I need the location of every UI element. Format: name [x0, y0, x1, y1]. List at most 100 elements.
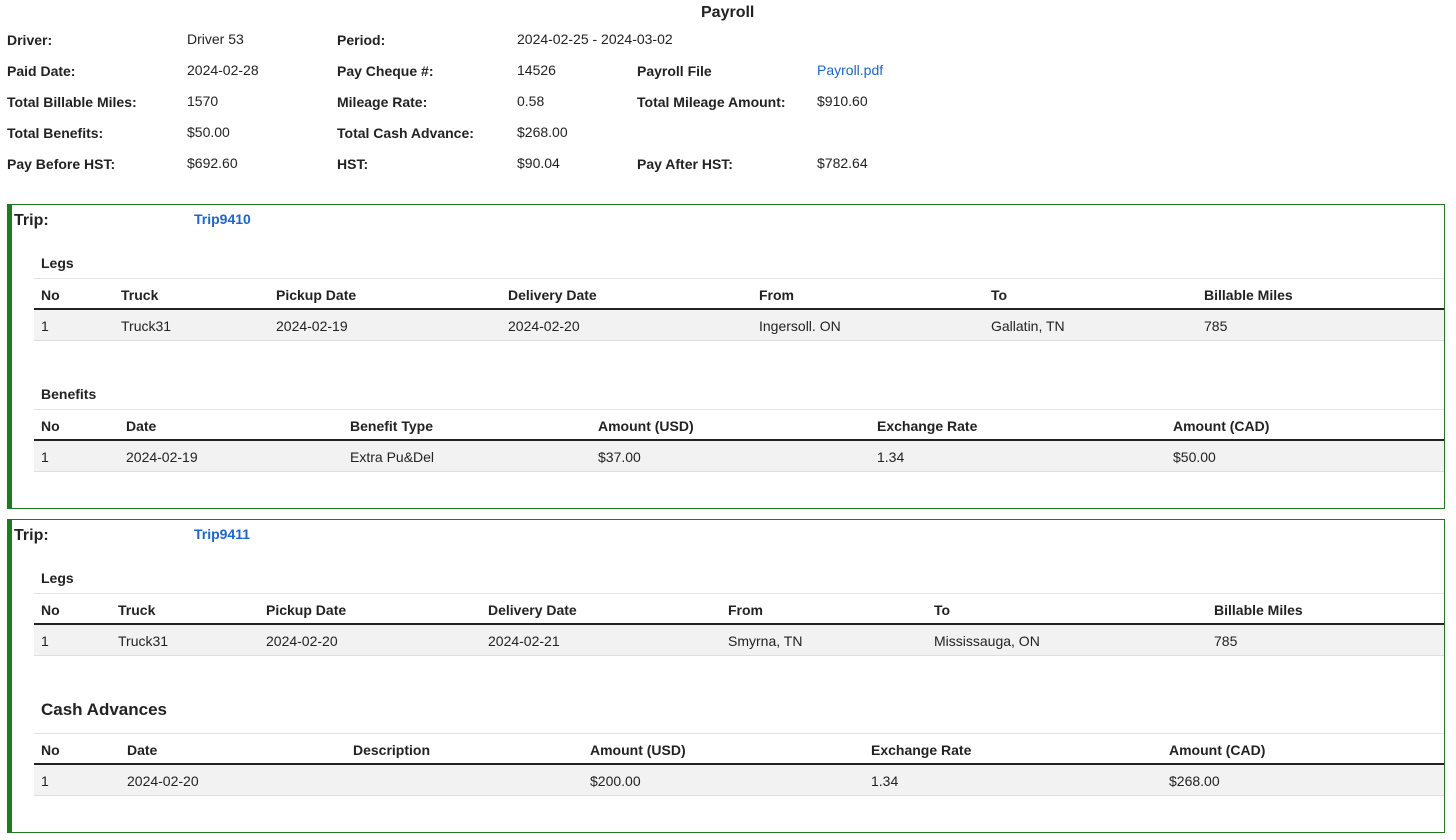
legs-table: No Truck Pickup Date Delivery Date From …: [34, 278, 1444, 341]
header-amount-cad: Amount (CAD): [1169, 742, 1266, 758]
period-value: 2024-02-25 - 2024-03-02: [517, 31, 673, 47]
header-benefit-type: Benefit Type: [350, 418, 433, 434]
pay-cheque-label: Pay Cheque #:: [337, 63, 434, 79]
trip-link[interactable]: Trip9410: [194, 211, 251, 227]
table-header: No Truck Pickup Date Delivery Date From …: [34, 278, 1444, 310]
cell-no: 1: [41, 449, 49, 465]
header-from: From: [728, 602, 763, 618]
benefits-value: $50.00: [187, 124, 230, 140]
pay-cheque-value: 14526: [517, 62, 556, 78]
header-truck: Truck: [118, 602, 156, 618]
mileage-rate-label: Mileage Rate:: [337, 94, 428, 110]
table-row: 1 Truck31 2024-02-20 2024-02-21 Smyrna, …: [34, 625, 1444, 656]
cell-truck: Truck31: [121, 318, 172, 334]
header-to: To: [991, 287, 1008, 303]
benefits-label: Total Benefits:: [7, 125, 104, 141]
header-no: No: [41, 418, 60, 434]
header-billable-miles: Billable Miles: [1214, 602, 1303, 618]
cell-no: 1: [41, 773, 49, 789]
pay-before-hst-value: $692.60: [187, 155, 238, 171]
trip-link[interactable]: Trip9411: [194, 526, 250, 542]
header-billable-miles: Billable Miles: [1204, 287, 1293, 303]
mileage-amount-label: Total Mileage Amount:: [637, 94, 786, 110]
benefits-title: Benefits: [41, 386, 97, 402]
paid-date-value: 2024-02-28: [187, 62, 259, 78]
cell-from: Smyrna, TN: [728, 633, 803, 649]
mileage-rate-value: 0.58: [517, 93, 545, 109]
table-row: 1 Truck31 2024-02-19 2024-02-20 Ingersol…: [34, 310, 1444, 341]
cell-billable-miles: 785: [1214, 633, 1238, 649]
table-row: 1 2024-02-20 $200.00 1.34 $268.00: [34, 765, 1444, 796]
cell-to: Gallatin, TN: [991, 318, 1065, 334]
header-delivery-date: Delivery Date: [508, 287, 597, 303]
legs-table: No Truck Pickup Date Delivery Date From …: [34, 593, 1444, 656]
cell-amount-usd: $200.00: [590, 773, 641, 789]
trip-panel: Trip: Trip9411 Legs No Truck Pickup Date…: [7, 519, 1445, 833]
trip-label: Trip:: [14, 212, 49, 229]
period-label: Period:: [337, 32, 386, 48]
header-amount-usd: Amount (USD): [598, 418, 694, 434]
driver-value: Driver 53: [187, 31, 244, 47]
cell-amount-usd: $37.00: [598, 449, 641, 465]
cash-advances-table: No Date Description Amount (USD) Exchang…: [34, 733, 1444, 796]
header-exchange-rate: Exchange Rate: [877, 418, 978, 434]
cash-advance-value: $268.00: [517, 124, 568, 140]
header-no: No: [41, 287, 60, 303]
pay-after-hst-label: Pay After HST:: [637, 156, 733, 172]
cell-to: Mississauga, ON: [934, 633, 1040, 649]
header-truck: Truck: [121, 287, 159, 303]
driver-label: Driver:: [7, 32, 53, 48]
header-date: Date: [127, 742, 158, 758]
table-header: No Date Benefit Type Amount (USD) Exchan…: [34, 409, 1444, 441]
cell-amount-cad: $50.00: [1173, 449, 1216, 465]
cell-pickup-date: 2024-02-20: [266, 633, 338, 649]
cell-benefit-type: Extra Pu&Del: [350, 449, 435, 465]
payroll-file-label: Payroll File: [637, 63, 712, 79]
cell-exchange-rate: 1.34: [871, 773, 899, 789]
cash-advance-label: Total Cash Advance:: [337, 125, 474, 141]
cell-billable-miles: 785: [1204, 318, 1228, 334]
header-pickup-date: Pickup Date: [276, 287, 357, 303]
cell-pickup-date: 2024-02-19: [276, 318, 348, 334]
cell-exchange-rate: 1.34: [877, 449, 905, 465]
pay-before-hst-label: Pay Before HST:: [7, 156, 116, 172]
header-date: Date: [126, 418, 157, 434]
header-amount-cad: Amount (CAD): [1173, 418, 1270, 434]
table-header: No Truck Pickup Date Delivery Date From …: [34, 593, 1444, 625]
header-exchange-rate: Exchange Rate: [871, 742, 972, 758]
table-row: 1 2024-02-19 Extra Pu&Del $37.00 1.34 $5…: [34, 441, 1444, 472]
trip-panel: Trip: Trip9410 Legs No Truck Pickup Date…: [7, 204, 1445, 509]
header-pickup-date: Pickup Date: [266, 602, 347, 618]
trip-label: Trip:: [14, 527, 49, 544]
cell-delivery-date: 2024-02-21: [488, 633, 560, 649]
paid-date-label: Paid Date:: [7, 63, 76, 79]
billable-miles-value: 1570: [187, 93, 219, 109]
cell-date: 2024-02-20: [127, 773, 199, 789]
payroll-file-link[interactable]: Payroll.pdf: [817, 62, 883, 78]
cell-from: Ingersoll. ON: [759, 318, 841, 334]
billable-miles-label: Total Billable Miles:: [7, 94, 137, 110]
header-delivery-date: Delivery Date: [488, 602, 577, 618]
header-no: No: [41, 602, 60, 618]
cell-no: 1: [41, 633, 49, 649]
header-from: From: [759, 287, 794, 303]
cell-no: 1: [41, 318, 49, 334]
pay-after-hst-value: $782.64: [817, 155, 868, 171]
mileage-amount-value: $910.60: [817, 93, 868, 109]
cell-truck: Truck31: [118, 633, 169, 649]
hst-label: HST:: [337, 156, 369, 172]
header-amount-usd: Amount (USD): [590, 742, 686, 758]
page-title: Payroll: [701, 4, 755, 21]
cell-amount-cad: $268.00: [1169, 773, 1220, 789]
legs-title: Legs: [41, 570, 74, 586]
hst-value: $90.04: [517, 155, 560, 171]
table-header: No Date Description Amount (USD) Exchang…: [34, 733, 1444, 765]
cell-delivery-date: 2024-02-20: [508, 318, 580, 334]
header-description: Description: [353, 742, 431, 758]
header-no: No: [41, 742, 60, 758]
legs-title: Legs: [41, 255, 74, 271]
cell-date: 2024-02-19: [126, 449, 198, 465]
cash-advances-title: Cash Advances: [41, 700, 167, 719]
benefits-table: No Date Benefit Type Amount (USD) Exchan…: [34, 409, 1444, 472]
header-to: To: [934, 602, 951, 618]
